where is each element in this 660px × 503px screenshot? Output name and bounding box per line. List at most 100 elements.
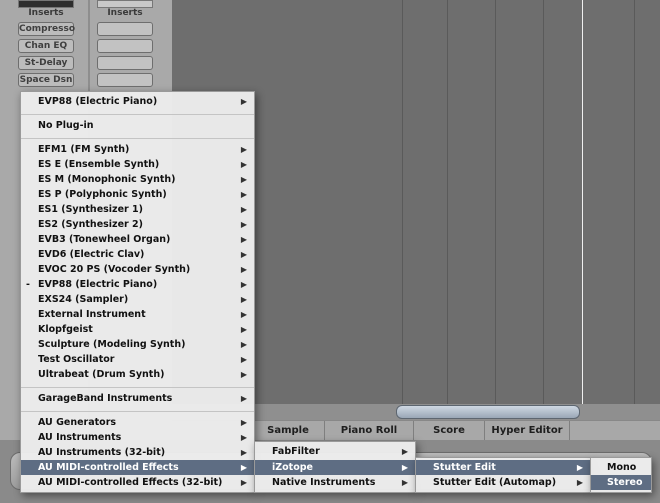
menu-item-label: Stutter Edit (Automap) <box>433 477 557 488</box>
submenu-arrow-icon: ▶ <box>240 448 247 457</box>
menu-item-label: EVB3 (Tonewheel Organ) <box>38 234 171 245</box>
menu-item-stereo-selected[interactable]: Stereo <box>591 475 651 490</box>
menu-item-vendor-selected[interactable]: iZotope ▶ <box>255 460 415 475</box>
submenu-arrow-icon: ▶ <box>240 478 247 487</box>
vendor-submenu: FabFilter ▶ iZotope ▶ Native Instruments ▶ <box>254 441 416 493</box>
submenu-arrow-icon: ▶ <box>240 418 247 427</box>
inserts-label: Inserts <box>107 8 143 18</box>
insert-slot[interactable]: St-Delay <box>18 56 74 70</box>
menu-item-au-group[interactable]: AU MIDI-controlled Effects (32-bit) ▶ <box>21 475 254 490</box>
menu-item-label: ES M (Monophonic Synth) <box>38 174 176 185</box>
submenu-arrow-icon: ▶ <box>240 295 247 304</box>
menu-item-plugin[interactable]: Stutter Edit (Automap) ▶ <box>416 475 590 490</box>
submenu-arrow-icon: ▶ <box>240 463 247 472</box>
menu-item-label: GarageBand Instruments <box>38 393 173 404</box>
plugin-menu: EVP88 (Electric Piano) ▶ No Plug-in EFM1… <box>20 91 255 493</box>
menu-item-label: iZotope <box>272 462 313 473</box>
menu-item-current-plugin[interactable]: EVP88 (Electric Piano) ▶ <box>21 94 254 109</box>
submenu-arrow-icon: ▶ <box>240 250 247 259</box>
menu-item-instrument[interactable]: EVOC 20 PS (Vocoder Synth) ▶ <box>21 262 254 277</box>
submenu-arrow-icon: ▶ <box>401 447 408 456</box>
playhead[interactable] <box>582 0 583 404</box>
inserts-label: Inserts <box>28 8 64 18</box>
menu-separator <box>21 411 254 412</box>
submenu-arrow-icon: ▶ <box>240 370 247 379</box>
menu-item-label: EVP88 (Electric Piano) <box>38 96 158 107</box>
menu-item-instrument[interactable]: Klopfgeist ▶ <box>21 322 254 337</box>
menu-item-label: EVOC 20 PS (Vocoder Synth) <box>38 264 191 275</box>
submenu-arrow-icon: ▶ <box>240 97 247 106</box>
insert-slot[interactable]: Compresso <box>18 22 75 36</box>
menu-item-instrument[interactable]: External Instrument ▶ <box>21 307 254 322</box>
level-meter <box>18 0 74 8</box>
menu-item-instrument[interactable]: EVB3 (Tonewheel Organ) ▶ <box>21 232 254 247</box>
tab-sample-editor[interactable]: Sample Editor <box>252 421 325 456</box>
tab-piano-roll[interactable]: Piano Roll <box>325 421 414 441</box>
insert-slot-empty[interactable] <box>97 73 153 87</box>
menu-item-label: Ultrabeat (Drum Synth) <box>38 369 165 380</box>
menu-item-instrument[interactable]: ES1 (Synthesizer 1) ▶ <box>21 202 254 217</box>
menu-item-label: ES E (Ensemble Synth) <box>38 159 160 170</box>
menu-item-instrument[interactable]: Test Oscillator ▶ <box>21 352 254 367</box>
channel-format-submenu: Mono Stereo <box>590 457 652 493</box>
menu-item-plugin-selected[interactable]: Stutter Edit ▶ <box>416 460 590 475</box>
menu-item-label: EVP88 (Electric Piano) <box>38 279 158 290</box>
menu-item-instrument[interactable]: ES P (Polyphonic Synth) ▶ <box>21 187 254 202</box>
menu-item-au-group[interactable]: AU Instruments (32-bit) ▶ <box>21 445 254 460</box>
menu-item-au-group[interactable]: AU Generators ▶ <box>21 415 254 430</box>
insert-slot[interactable]: Chan EQ <box>18 39 74 53</box>
horizontal-scrollbar-thumb[interactable] <box>396 405 580 419</box>
menu-item-au-group[interactable]: AU Instruments ▶ <box>21 430 254 445</box>
menu-item-instrument[interactable]: EFM1 (FM Synth) ▶ <box>21 142 254 157</box>
menu-item-label: ES1 (Synthesizer 1) <box>38 204 143 215</box>
menu-item-instrument[interactable]: ES E (Ensemble Synth) ▶ <box>21 157 254 172</box>
menu-item-no-plugin[interactable]: No Plug-in <box>21 118 254 133</box>
izotope-submenu: Stutter Edit ▶ Stutter Edit (Automap) ▶ <box>415 457 591 493</box>
menu-item-instrument[interactable]: EXS24 (Sampler) ▶ <box>21 292 254 307</box>
menu-item-label: AU Generators <box>38 417 117 428</box>
menu-item-label: EXS24 (Sampler) <box>38 294 129 305</box>
insert-slot-empty[interactable] <box>97 22 153 36</box>
submenu-arrow-icon: ▶ <box>240 190 247 199</box>
submenu-arrow-icon: ▶ <box>240 340 247 349</box>
grid-line <box>495 0 496 404</box>
menu-item-label: ES2 (Synthesizer 2) <box>38 219 143 230</box>
submenu-arrow-icon: ▶ <box>240 160 247 169</box>
menu-item-label: External Instrument <box>38 309 146 320</box>
menu-item-label: Test Oscillator <box>38 354 115 365</box>
insert-slot-empty[interactable] <box>97 39 153 53</box>
submenu-arrow-icon: ▶ <box>576 463 583 472</box>
menu-item-mono[interactable]: Mono <box>591 460 651 475</box>
grid-line <box>543 0 544 404</box>
menu-item-vendor[interactable]: Native Instruments ▶ <box>255 475 415 490</box>
insert-slot[interactable]: Space Dsn <box>18 73 74 87</box>
menu-item-label: EVD6 (Electric Clav) <box>38 249 145 260</box>
menu-item-au-group-selected[interactable]: AU MIDI-controlled Effects ▶ <box>21 460 254 475</box>
insert-slot-empty[interactable] <box>97 56 153 70</box>
submenu-arrow-icon: ▶ <box>240 175 247 184</box>
menu-item-instrument[interactable]: Ultrabeat (Drum Synth) ▶ <box>21 367 254 382</box>
menu-separator <box>21 387 254 388</box>
submenu-arrow-icon: ▶ <box>240 220 247 229</box>
tab-hyper-editor[interactable]: Hyper Editor <box>485 421 570 441</box>
submenu-arrow-icon: ▶ <box>240 235 247 244</box>
menu-item-label: AU Instruments (32-bit) <box>38 447 166 458</box>
submenu-arrow-icon: ▶ <box>401 463 408 472</box>
level-meter <box>97 0 153 8</box>
menu-item-label: AU Instruments <box>38 432 122 443</box>
menu-separator <box>21 138 254 139</box>
submenu-arrow-icon: ▶ <box>240 280 247 289</box>
menu-item-instrument[interactable]: ES2 (Synthesizer 2) ▶ <box>21 217 254 232</box>
tab-score[interactable]: Score <box>414 421 485 441</box>
menu-item-label: Klopfgeist <box>38 324 93 335</box>
menu-item-instrument-current[interactable]: - EVP88 (Electric Piano) ▶ <box>21 277 254 292</box>
submenu-arrow-icon: ▶ <box>240 394 247 403</box>
submenu-arrow-icon: ▶ <box>240 310 247 319</box>
submenu-arrow-icon: ▶ <box>240 145 247 154</box>
menu-item-vendor[interactable]: FabFilter ▶ <box>255 444 415 459</box>
menu-item-instrument[interactable]: EVD6 (Electric Clav) ▶ <box>21 247 254 262</box>
menu-item-instrument[interactable]: ES M (Monophonic Synth) ▶ <box>21 172 254 187</box>
menu-item-garageband[interactable]: GarageBand Instruments ▶ <box>21 391 254 406</box>
menu-item-label: EFM1 (FM Synth) <box>38 144 130 155</box>
menu-item-instrument[interactable]: Sculpture (Modeling Synth) ▶ <box>21 337 254 352</box>
